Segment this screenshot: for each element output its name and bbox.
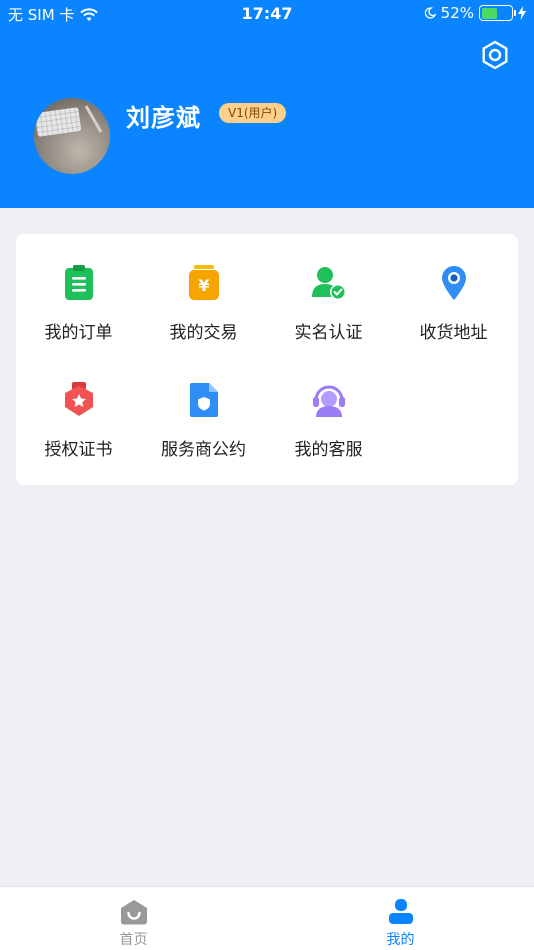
menu-label: 我的订单 [44, 323, 113, 343]
yuan-wallet-icon: ¥ [185, 264, 223, 302]
home-icon [120, 899, 148, 925]
menu-item-provider-agreement[interactable]: 服务商公约 [141, 351, 266, 461]
battery-icon [479, 5, 516, 21]
menu-item-transactions[interactable]: ¥ 我的交易 [141, 234, 266, 344]
verified-user-icon [310, 264, 348, 302]
charging-icon [518, 6, 526, 20]
menu-label: 我的客服 [294, 440, 363, 460]
headset-support-icon [310, 381, 348, 419]
avatar[interactable] [34, 98, 110, 174]
location-pin-icon [435, 264, 473, 302]
settings-button[interactable] [480, 40, 510, 70]
tab-mine[interactable]: 我的 [267, 887, 534, 950]
profile-header: 无 SIM 卡 17:47 52% 刘彦斌 V1(用户) [0, 0, 534, 208]
svg-text:¥: ¥ [198, 276, 209, 295]
menu-label: 实名认证 [294, 323, 363, 343]
profile-icon [387, 899, 415, 925]
battery-level [481, 7, 497, 19]
level-badge: V1(用户) [219, 103, 287, 123]
menu-item-real-name[interactable]: 实名认证 [266, 234, 391, 344]
status-bar: 无 SIM 卡 17:47 52% [0, 0, 534, 28]
menu-item-certificate[interactable]: 授权证书 [16, 351, 141, 461]
moon-icon [424, 7, 436, 19]
menu-card: 我的订单 ¥ 我的交易 实名认证 收货地址 授权证书 服务商公约 我的客服 [16, 234, 518, 485]
tab-home-label: 首页 [119, 932, 148, 948]
shield-document-icon [185, 381, 223, 419]
tab-bar: 首页 我的 [0, 886, 534, 950]
avatar-photo-pen [84, 105, 103, 133]
status-right: 52% [424, 4, 526, 22]
menu-label: 收货地址 [419, 323, 488, 343]
avatar-photo-keyboard [34, 107, 82, 137]
certificate-badge-icon [60, 381, 98, 419]
settings-gear-icon [482, 40, 508, 70]
tab-home[interactable]: 首页 [0, 887, 267, 950]
menu-item-address[interactable]: 收货地址 [391, 234, 516, 344]
menu-item-customer-service[interactable]: 我的客服 [266, 351, 391, 461]
menu-label: 我的交易 [169, 323, 238, 343]
order-clipboard-icon [60, 264, 98, 302]
menu-item-orders[interactable]: 我的订单 [16, 234, 141, 344]
battery-percent: 52% [440, 4, 474, 22]
menu-label: 服务商公约 [161, 440, 246, 460]
user-name: 刘彦斌 [126, 104, 201, 132]
menu-label: 授权证书 [44, 440, 113, 460]
tab-mine-label: 我的 [386, 932, 415, 948]
